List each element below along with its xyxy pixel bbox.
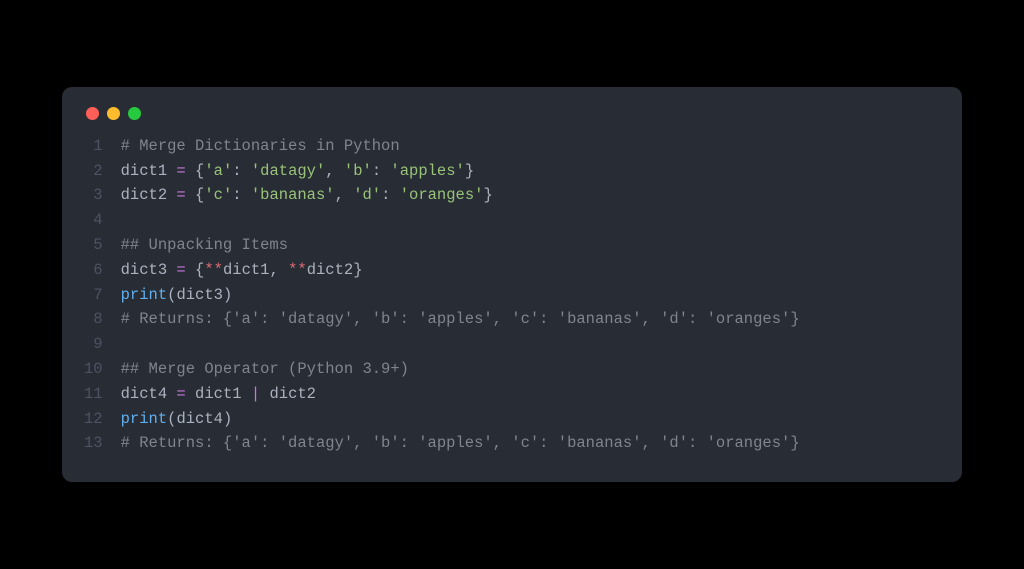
code-token: = [176,261,185,279]
code-token: dict3 [121,261,177,279]
code-token: 'oranges' [400,186,484,204]
code-line: 5## Unpacking Items [84,233,800,258]
code-token: dict1, [223,261,288,279]
code-line: 8# Returns: {'a': 'datagy', 'b': 'apples… [84,307,800,332]
code-token: | [251,385,260,403]
line-content: print(dict3) [121,283,800,308]
line-number: 6 [84,258,121,283]
code-token: 'a' [204,162,232,180]
code-token: ## Unpacking Items [121,236,288,254]
code-token: dict4 [176,410,223,428]
line-number: 9 [84,332,121,357]
code-token: dict3 [176,286,223,304]
line-number: 3 [84,183,121,208]
line-number: 11 [84,382,121,407]
line-content: ## Unpacking Items [121,233,800,258]
code-token: # Returns: {'a': 'datagy', 'b': 'apples'… [121,310,800,328]
window-minimize-icon[interactable] [107,107,120,120]
code-token: ** [204,261,223,279]
code-token: = [176,162,185,180]
code-token: 'b' [344,162,372,180]
code-line: 13# Returns: {'a': 'datagy', 'b': 'apple… [84,431,800,456]
code-token [186,261,195,279]
code-token: 'c' [204,186,232,204]
code-token: dict1 [121,162,177,180]
code-token [186,186,195,204]
code-token: ## Merge Operator (Python 3.9+) [121,360,409,378]
code-token: print [121,286,168,304]
line-content: dict3 = {**dict1, **dict2} [121,258,800,283]
line-content: dict1 = {'a': 'datagy', 'b': 'apples'} [121,159,800,184]
line-content: dict2 = {'c': 'bananas', 'd': 'oranges'} [121,183,800,208]
code-token: { [195,261,204,279]
code-token: 'datagy' [251,162,325,180]
line-content [121,332,800,357]
line-number: 1 [84,134,121,159]
code-token: dict1 [186,385,251,403]
code-token: : [232,186,251,204]
line-number: 10 [84,357,121,382]
code-line: 11dict4 = dict1 | dict2 [84,382,800,407]
code-token: ) [223,410,232,428]
code-token: = [176,186,185,204]
code-line: 7print(dict3) [84,283,800,308]
code-line: 6dict3 = {**dict1, **dict2} [84,258,800,283]
line-content: ## Merge Operator (Python 3.9+) [121,357,800,382]
code-window: 1# Merge Dictionaries in Python2dict1 = … [62,87,962,482]
code-token: dict2 [260,385,316,403]
line-number: 12 [84,407,121,432]
line-content: print(dict4) [121,407,800,432]
line-number: 8 [84,307,121,332]
line-number: 2 [84,159,121,184]
code-token: : [381,186,400,204]
code-token: } [353,261,362,279]
code-token: 'bananas' [251,186,335,204]
line-number: 5 [84,233,121,258]
code-line: 12print(dict4) [84,407,800,432]
code-token: { [195,162,204,180]
code-line: 2dict1 = {'a': 'datagy', 'b': 'apples'} [84,159,800,184]
line-number: 13 [84,431,121,456]
code-token: , [325,162,344,180]
stage: 1# Merge Dictionaries in Python2dict1 = … [0,0,1024,569]
code-token: = [176,385,185,403]
window-close-icon[interactable] [86,107,99,120]
code-token: ** [288,261,307,279]
code-line: 9 [84,332,800,357]
code-token: } [483,186,492,204]
code-token: 'd' [353,186,381,204]
code-token: ) [223,286,232,304]
line-content: # Returns: {'a': 'datagy', 'b': 'apples'… [121,431,800,456]
code-token: # Merge Dictionaries in Python [121,137,400,155]
code-token: dict4 [121,385,177,403]
line-content: dict4 = dict1 | dict2 [121,382,800,407]
code-line: 3dict2 = {'c': 'bananas', 'd': 'oranges'… [84,183,800,208]
line-content: # Returns: {'a': 'datagy', 'b': 'apples'… [121,307,800,332]
line-content [121,208,800,233]
code-token: : [232,162,251,180]
code-line: 10## Merge Operator (Python 3.9+) [84,357,800,382]
code-token: 'apples' [390,162,464,180]
line-number: 4 [84,208,121,233]
code-token: dict2 [121,186,177,204]
code-token: # Returns: {'a': 'datagy', 'b': 'apples'… [121,434,800,452]
code-token: , [335,186,354,204]
code-block: 1# Merge Dictionaries in Python2dict1 = … [84,134,800,456]
code-token: dict2 [307,261,354,279]
window-zoom-icon[interactable] [128,107,141,120]
line-content: # Merge Dictionaries in Python [121,134,800,159]
code-token: : [372,162,391,180]
code-line: 4 [84,208,800,233]
code-line: 1# Merge Dictionaries in Python [84,134,800,159]
line-number: 7 [84,283,121,308]
code-token: { [195,186,204,204]
window-titlebar [84,105,940,134]
code-token: } [465,162,474,180]
code-token [186,162,195,180]
code-token: print [121,410,168,428]
